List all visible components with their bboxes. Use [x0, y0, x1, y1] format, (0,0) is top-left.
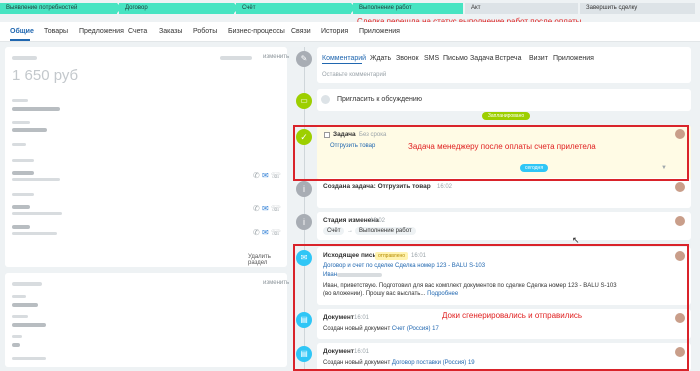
blurred-text [12, 205, 30, 209]
blurred-text [12, 121, 30, 124]
invite-card: Пригласить к обсуждению [317, 89, 691, 111]
composer-tab-call[interactable]: Звонок [396, 55, 419, 62]
tab-links[interactable]: Связи [291, 28, 311, 35]
chat-icon[interactable]: ☏ [271, 228, 281, 237]
edit-link[interactable]: изменить [263, 280, 289, 286]
stage-close-deal[interactable]: Завершить сделку [580, 3, 695, 14]
contact-actions: ✆ ✉ ☏ [253, 228, 281, 237]
blurred-text [12, 159, 34, 162]
composer-tab-meeting[interactable]: Встреча [495, 55, 521, 62]
created-task-time: 16:02 [437, 184, 453, 190]
contact-actions: ✆ ✉ ☏ [253, 204, 281, 213]
stage-act[interactable]: Акт [465, 3, 578, 14]
blurred-text [12, 143, 26, 146]
info-icon: i [296, 181, 312, 197]
annotation-docs: Доки сгенерировались и отправились [442, 311, 583, 320]
remove-section-button[interactable]: Удалить раздел [248, 254, 287, 266]
composer-tab-task[interactable]: Задача [470, 55, 494, 62]
blurred-text [12, 295, 26, 298]
chat-icon[interactable]: ☏ [271, 171, 281, 180]
blurred-text [12, 212, 62, 215]
active-tab-underline [10, 39, 30, 41]
blurred-text [12, 225, 30, 229]
chat-bubble-icon: ▭ [296, 93, 312, 109]
blurred-text [12, 323, 46, 327]
annotation-box-docs [293, 244, 689, 371]
composer-tab-comment[interactable]: Комментарий [322, 55, 366, 62]
email-icon[interactable]: ✉ [262, 228, 269, 237]
comment-input[interactable]: Оставьте комментарий [322, 72, 386, 78]
stage-work[interactable]: Выполнение работ [353, 3, 463, 14]
stage-arrow-icon: → [347, 228, 353, 234]
pipeline-stages: Выявление потребностей Договор Счёт Выпо… [0, 0, 700, 18]
created-task-title: Создана задача: Отгрузить товар [323, 183, 431, 190]
blurred-text [12, 107, 60, 111]
blurred-text [12, 315, 28, 318]
blurred-text [12, 232, 57, 235]
phone-icon[interactable]: ✆ [253, 204, 260, 213]
blurred-text [12, 343, 20, 347]
stage-contract[interactable]: Договор [119, 3, 234, 14]
blurred-text [12, 282, 42, 286]
deal-amount: 1 650 руб [12, 67, 79, 84]
blurred-text [12, 357, 46, 360]
tab-business-processes[interactable]: Бизнес-процессы [228, 28, 285, 35]
tab-history[interactable]: История [321, 28, 348, 35]
avatar [675, 182, 685, 192]
annotation-box-task [293, 125, 689, 181]
tab-invoices[interactable]: Счета [128, 28, 147, 35]
composer-tab-visit[interactable]: Визит [529, 55, 548, 62]
composer-tab-letter[interactable]: Письмо [443, 55, 468, 62]
invite-link[interactable]: Пригласить к обсуждению [337, 96, 422, 103]
planned-badge: Запланировано [482, 112, 530, 120]
tab-robots[interactable]: Роботы [193, 28, 217, 35]
extra-info-panel: изменить [5, 273, 289, 367]
stage-needs[interactable]: Выявление потребностей [0, 3, 117, 14]
edit-link[interactable]: изменить [263, 54, 289, 60]
composer-tab-wait[interactable]: Ждать [370, 55, 391, 62]
tab-general[interactable]: Общие [10, 28, 34, 35]
timeline: ✎ Комментарий Ждать Звонок SMS Письмо За… [293, 47, 695, 371]
avatar [321, 95, 330, 104]
blurred-text [12, 178, 60, 181]
composer-tab-sms[interactable]: SMS [424, 55, 439, 62]
deal-tabs: Общие Товары Предложения Счета Заказы Ро… [0, 22, 700, 42]
pencil-icon: ✎ [296, 51, 312, 67]
blurred-text [12, 56, 37, 60]
stage-changed-time: 16:02 [370, 218, 386, 224]
composer-tab-apps[interactable]: Приложения [553, 55, 594, 62]
active-tab-underline [322, 63, 362, 64]
blurred-text [12, 193, 34, 196]
blurred-text [12, 171, 34, 175]
blurred-text [220, 56, 252, 60]
blurred-text [12, 303, 38, 307]
created-task-card: Создана задача: Отгрузить товар 16:02 [317, 178, 691, 208]
contact-actions: ✆ ✉ ☏ [253, 171, 281, 180]
stage-from: Счёт [323, 227, 345, 235]
stage-invoice[interactable]: Счёт [236, 3, 351, 14]
annotation-task: Задача менеджеру после оплаты счета прил… [408, 142, 596, 151]
stage-changed-card: Стадия изменена 16:02 Счёт → Выполнение … [317, 212, 691, 240]
phone-icon[interactable]: ✆ [253, 228, 260, 237]
blurred-text [12, 335, 22, 338]
tab-orders[interactable]: Заказы [159, 28, 182, 35]
email-icon[interactable]: ✉ [262, 171, 269, 180]
tab-apps[interactable]: Приложения [359, 28, 400, 35]
email-icon[interactable]: ✉ [262, 204, 269, 213]
tab-offers[interactable]: Предложения [79, 28, 124, 35]
deal-details-column: изменить 1 650 руб ✆ ✉ ☏ ✆ ✉ ☏ ✆ ✉ ☏ Уда… [5, 47, 289, 367]
tab-products[interactable]: Товары [44, 28, 68, 35]
stage-to: Выполнение работ [355, 227, 416, 235]
blurred-text [12, 99, 28, 102]
deal-info-panel: изменить 1 650 руб ✆ ✉ ☏ ✆ ✉ ☏ ✆ ✉ ☏ Уда… [5, 47, 289, 267]
mouse-cursor-icon: ↖ [572, 235, 580, 245]
info-icon: i [296, 214, 312, 230]
chat-icon[interactable]: ☏ [271, 204, 281, 213]
phone-icon[interactable]: ✆ [253, 171, 260, 180]
activity-composer: Комментарий Ждать Звонок SMS Письмо Зада… [317, 47, 691, 83]
avatar [675, 216, 685, 226]
blurred-text [12, 128, 47, 132]
